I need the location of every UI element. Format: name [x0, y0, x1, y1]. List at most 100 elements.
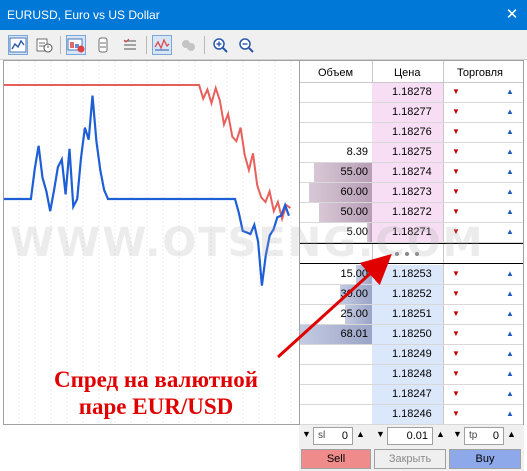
sl-field[interactable]: sl 0: [313, 427, 353, 445]
price-cell: 1.18250: [372, 325, 443, 344]
bid-row: 68.01 1.18250 ▼ ▲: [300, 325, 523, 345]
buy-limit-icon[interactable]: ▲: [503, 367, 517, 381]
trade-cell: ▼ ▲: [443, 365, 523, 384]
volume-value[interactable]: 0.01: [407, 430, 428, 442]
watermark: WWW.OTSENG.COM: [10, 220, 485, 266]
chart-line-icon[interactable]: [8, 35, 28, 55]
close-button[interactable]: ✕: [503, 6, 521, 24]
buy-limit-icon[interactable]: ▲: [503, 185, 517, 199]
sell-limit-icon[interactable]: ▼: [449, 407, 463, 421]
volume-field[interactable]: 0.01: [387, 427, 433, 445]
buy-button[interactable]: Buy: [449, 449, 521, 469]
price-value: 1.18272: [392, 206, 432, 218]
sell-limit-icon[interactable]: ▼: [449, 85, 463, 99]
bid-row: 1.18249 ▼ ▲: [300, 345, 523, 365]
bid-row: 15.00 1.18253 ▼ ▲: [300, 265, 523, 285]
buy-limit-icon[interactable]: ▲: [503, 387, 517, 401]
price-value: 1.18278: [392, 86, 432, 98]
volume-cell: [300, 123, 372, 142]
price-value: 1.18253: [392, 268, 432, 280]
tp-decrease-icon[interactable]: ▼: [453, 429, 462, 439]
trade-levels-icon[interactable]: [152, 35, 172, 55]
sl-decrease-icon[interactable]: ▼: [302, 429, 311, 439]
close-position-button[interactable]: Закрыть: [374, 449, 446, 469]
trade-cell: ▼ ▲: [443, 305, 523, 324]
annotation-line-2: паре EUR/USD: [78, 394, 234, 419]
price-value: 1.18249: [392, 348, 432, 360]
sell-limit-icon[interactable]: ▼: [449, 165, 463, 179]
sell-limit-icon[interactable]: ▼: [449, 327, 463, 341]
trade-cell: ▼ ▲: [443, 405, 523, 424]
volume-value: 55.00: [340, 166, 368, 178]
tp-value[interactable]: 0: [493, 430, 499, 442]
price-value: 1.18248: [392, 368, 432, 380]
buy-limit-icon[interactable]: ▲: [503, 165, 517, 179]
zoom-in-icon[interactable]: [210, 35, 230, 55]
volume-value: 25.00: [340, 308, 368, 320]
sell-limit-icon[interactable]: ▼: [449, 185, 463, 199]
sl-value[interactable]: 0: [342, 430, 348, 442]
sell-limit-icon[interactable]: ▼: [449, 307, 463, 321]
sell-limit-icon[interactable]: ▼: [449, 367, 463, 381]
buy-limit-icon[interactable]: ▲: [503, 105, 517, 119]
sell-button[interactable]: Sell: [301, 449, 371, 469]
volume-value: 50.00: [340, 206, 368, 218]
trade-cell: ▼ ▲: [443, 385, 523, 404]
buy-limit-icon[interactable]: ▲: [503, 407, 517, 421]
tp-increase-icon[interactable]: ▲: [507, 429, 516, 439]
trade-cell: ▼ ▲: [443, 143, 523, 162]
tick-chart-icon[interactable]: [34, 35, 54, 55]
hide-icon[interactable]: [178, 35, 198, 55]
depth-table-icon[interactable]: [93, 35, 113, 55]
toolbar-separator: [60, 36, 61, 54]
buy-limit-icon[interactable]: ▲: [503, 125, 517, 139]
price-cell: 1.18246: [372, 405, 443, 424]
volume-cell: 8.39: [300, 143, 372, 162]
ask-row: 1.18276 ▼ ▲: [300, 123, 523, 143]
sell-limit-icon[interactable]: ▼: [449, 145, 463, 159]
volume-cell: 30.00: [300, 285, 372, 304]
order-panel: ▼ sl 0 ▲ ▼ 0.01 ▲ ▼ tp 0 ▲ Sell Закрыть …: [299, 425, 524, 471]
sell-limit-icon[interactable]: ▼: [449, 125, 463, 139]
price-value: 1.18277: [392, 106, 432, 118]
sell-limit-icon[interactable]: ▼: [449, 205, 463, 219]
buy-limit-icon[interactable]: ▲: [503, 327, 517, 341]
volume-cell: 55.00: [300, 163, 372, 182]
ask-row: 1.18278 ▼ ▲: [300, 83, 523, 103]
volume-cell: [300, 345, 372, 364]
buy-limit-icon[interactable]: ▲: [503, 287, 517, 301]
volume-value: 60.00: [340, 186, 368, 198]
tp-field[interactable]: tp 0: [464, 427, 504, 445]
spread-annotation: Спред на валютной паре EUR/USD: [26, 366, 286, 420]
volume-decrease-icon[interactable]: ▼: [376, 429, 385, 439]
sell-limit-icon[interactable]: ▼: [449, 105, 463, 119]
buy-limit-icon[interactable]: ▲: [503, 145, 517, 159]
table-header: Объем Цена Торговля: [300, 61, 523, 83]
buy-limit-icon[interactable]: ▲: [503, 225, 517, 239]
zoom-out-icon[interactable]: [236, 35, 256, 55]
sell-limit-icon[interactable]: ▼: [449, 347, 463, 361]
buy-limit-icon[interactable]: ▲: [503, 85, 517, 99]
sell-limit-icon[interactable]: ▼: [449, 387, 463, 401]
ask-row: 55.00 1.18274 ▼ ▲: [300, 163, 523, 183]
sl-increase-icon[interactable]: ▲: [356, 429, 365, 439]
price-value: 1.18247: [392, 388, 432, 400]
orders-list-icon[interactable]: [120, 35, 140, 55]
toolbar: [0, 30, 527, 60]
buy-limit-icon[interactable]: ▲: [503, 267, 517, 281]
buy-limit-icon[interactable]: ▲: [503, 307, 517, 321]
market-depth-chart-icon[interactable]: [66, 35, 86, 55]
volume-cell: [300, 103, 372, 122]
price-cell: 1.18277: [372, 103, 443, 122]
bid-row: 1.18248 ▼ ▲: [300, 365, 523, 385]
sell-limit-icon[interactable]: ▼: [449, 287, 463, 301]
volume-increase-icon[interactable]: ▲: [436, 429, 445, 439]
price-value: 1.18275: [392, 146, 432, 158]
volume-value: 15.00: [340, 268, 368, 280]
bid-row: 1.18246 ▼ ▲: [300, 405, 523, 425]
sell-limit-icon[interactable]: ▼: [449, 267, 463, 281]
buy-limit-icon[interactable]: ▲: [503, 347, 517, 361]
buy-limit-icon[interactable]: ▲: [503, 205, 517, 219]
trade-cell: ▼ ▲: [443, 103, 523, 122]
volume-cell: 68.01: [300, 325, 372, 344]
